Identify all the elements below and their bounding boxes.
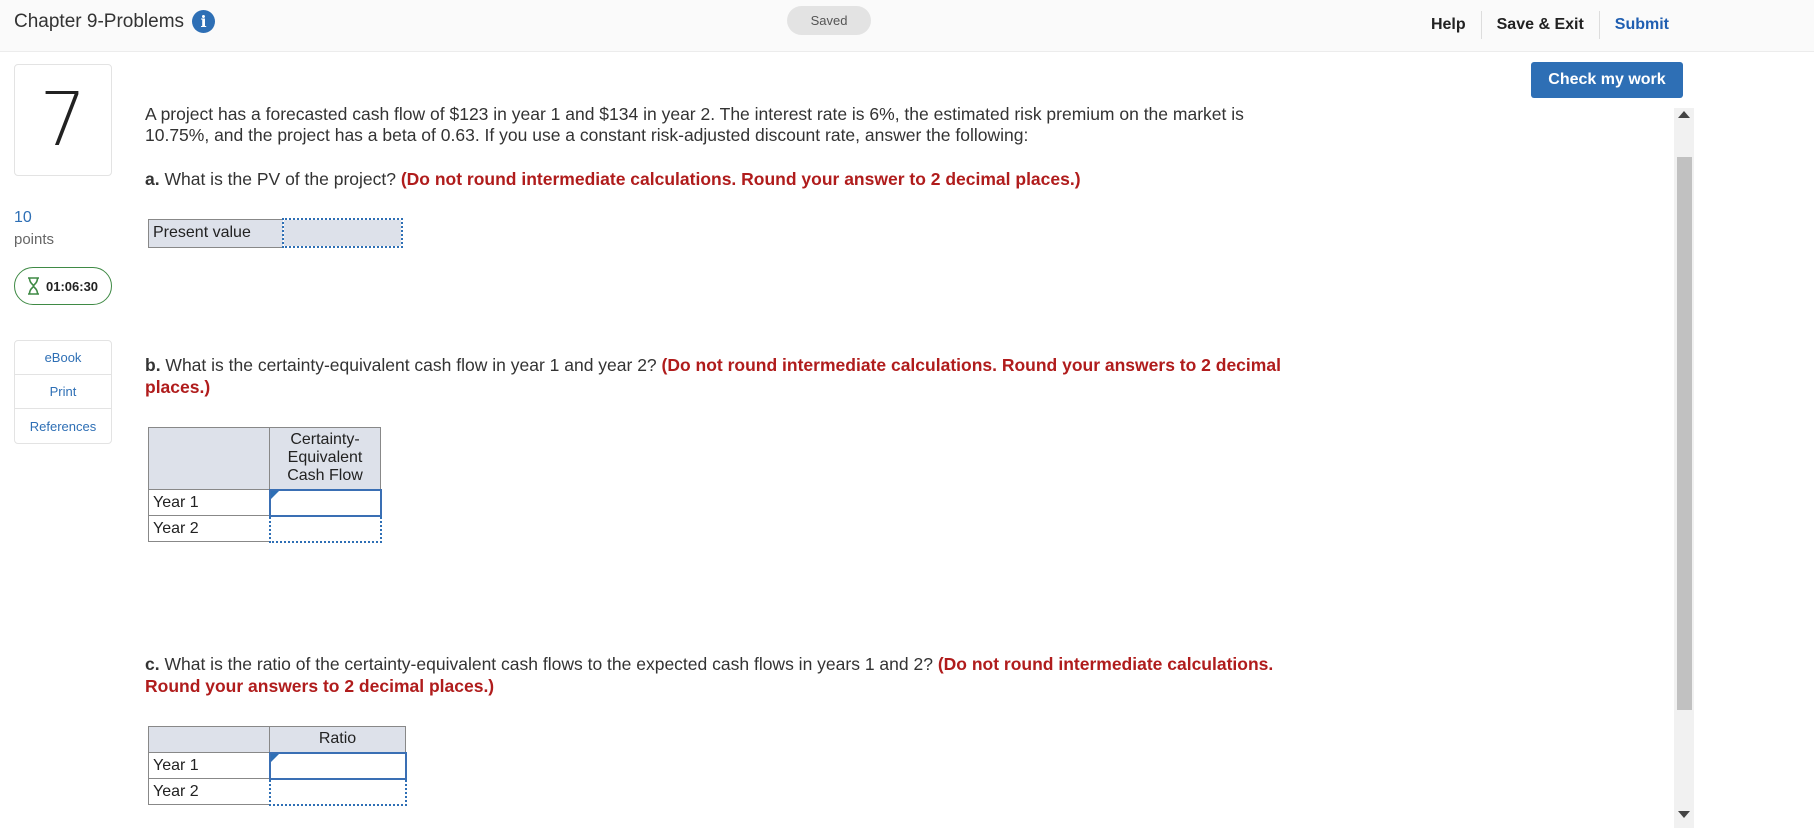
ratio-header: Ratio (269, 726, 406, 753)
chapter-title-text: Chapter 9-Problems (14, 10, 185, 32)
check-my-work-button[interactable]: Check my work (1531, 62, 1683, 98)
help-link[interactable]: Help (1416, 16, 1481, 34)
certainty-equivalent-header: Certainty-Equivalent Cash Flow (269, 427, 381, 490)
table-corner (148, 427, 270, 490)
top-bar: Chapter 9-Problems i Saved Help Save & E… (0, 0, 1814, 52)
timer-text: 01:06:30 (46, 278, 99, 294)
ratio-year-2-input[interactable] (268, 777, 407, 806)
ce-year-2-input[interactable] (268, 514, 382, 543)
top-links: Help Save & Exit Submit (1416, 11, 1684, 39)
references-link[interactable]: References (15, 409, 111, 443)
part-b-label: b. (145, 355, 161, 375)
part-a-text: What is the PV of the project? (159, 169, 401, 189)
part-a-instruction: (Do not round intermediate calculations.… (400, 169, 1081, 189)
scroll-up-icon[interactable] (1678, 111, 1690, 118)
present-value-input[interactable] (281, 218, 403, 248)
resource-links: eBook Print References (14, 340, 112, 444)
ratio-year-1-input[interactable] (268, 751, 407, 780)
ebook-link[interactable]: eBook (15, 341, 111, 375)
save-exit-link[interactable]: Save & Exit (1482, 16, 1599, 34)
part-b-text: What is the certainty-equivalent cash fl… (160, 355, 662, 375)
info-icon[interactable]: i (192, 10, 216, 33)
part-c-text: What is the ratio of the certainty-equiv… (159, 654, 938, 674)
table-corner (148, 726, 270, 753)
part-c-question: c. What is the ratio of the certainty-eq… (145, 653, 1285, 697)
year-1-label: Year 1 (148, 489, 270, 516)
scrollbar-thumb[interactable] (1677, 157, 1692, 710)
question-content: A project has a forecasted cash flow of … (145, 104, 1285, 806)
year-2-label: Year 2 (148, 515, 270, 542)
question-number: 7 (14, 64, 112, 176)
points-value: 10 (14, 209, 32, 226)
year-2-label: Year 2 (148, 778, 270, 805)
part-a-question: a. What is the PV of the project? (Do no… (145, 168, 1285, 190)
part-a-label: a. (145, 169, 160, 189)
ce-year-1-input[interactable] (268, 488, 382, 517)
submit-link[interactable]: Submit (1600, 16, 1684, 34)
flag-icon (270, 490, 279, 499)
hourglass-icon (28, 277, 39, 295)
part-b-question: b. What is the certainty-equivalent cash… (145, 354, 1285, 398)
present-value-label: Present value (148, 218, 283, 248)
ratio-table: Ratio Year 1 Year 2 (148, 726, 407, 806)
timer[interactable]: 01:06:30 (14, 267, 112, 305)
print-link[interactable]: Print (15, 375, 111, 409)
scroll-down-icon[interactable] (1678, 811, 1690, 818)
saved-status-badge: Saved (787, 6, 871, 35)
question-intro: A project has a forecasted cash flow of … (145, 104, 1244, 145)
chapter-title: Chapter 9-Problems i (14, 10, 216, 33)
points-label: points (14, 231, 55, 248)
present-value-table: Present value (148, 218, 403, 248)
year-1-label: Year 1 (148, 752, 270, 779)
part-c-label: c. (145, 654, 160, 674)
flag-icon (270, 753, 279, 762)
certainty-equivalent-table: Certainty-Equivalent Cash Flow Year 1 Ye… (148, 427, 382, 543)
